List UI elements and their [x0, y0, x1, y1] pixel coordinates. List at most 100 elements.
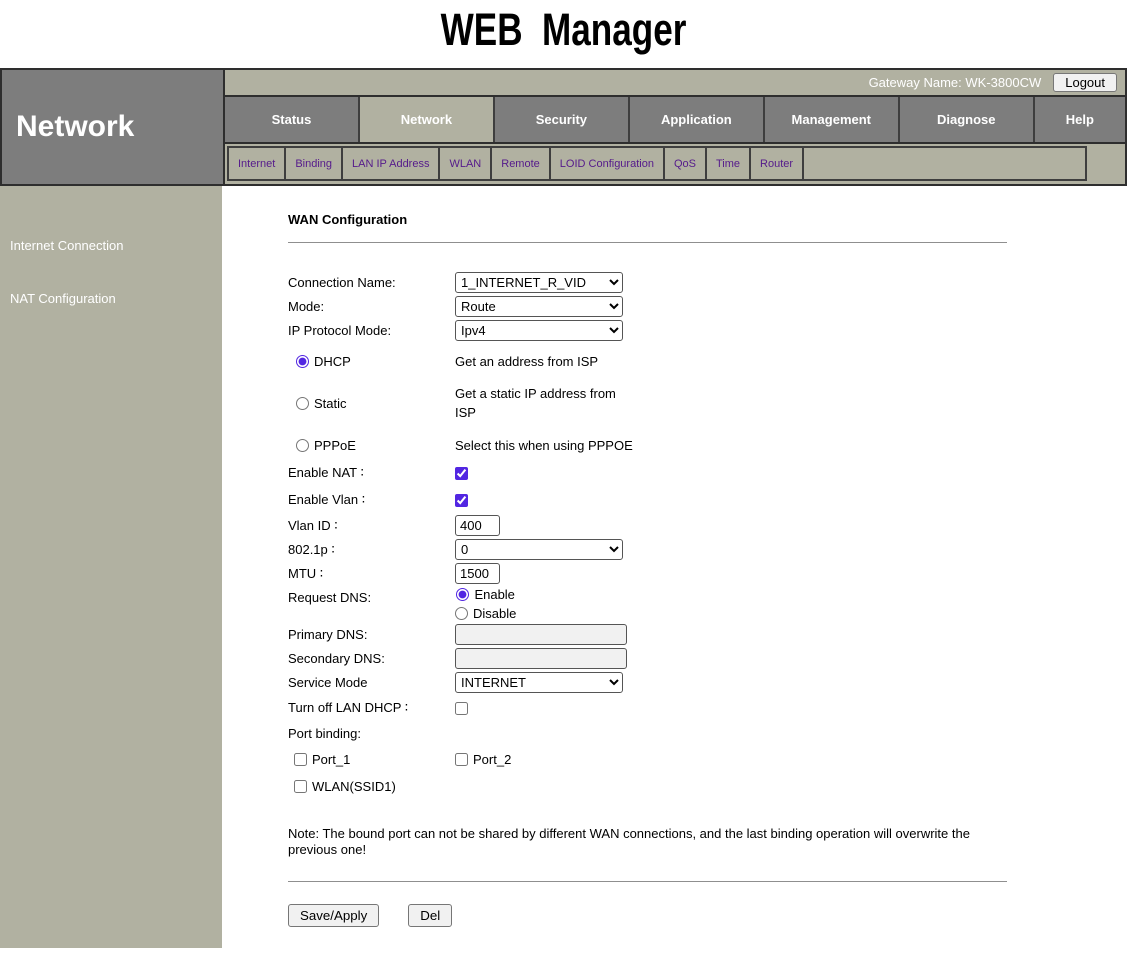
subtab-time[interactable]: Time: [707, 148, 751, 179]
secondary-dns-label: Secondary DNS:: [288, 651, 455, 666]
sidebar-item-nat-configuration[interactable]: NAT Configuration: [0, 291, 222, 306]
vlan-id-input[interactable]: [455, 515, 500, 536]
static-row: Static Get a static IP address from ISP: [288, 381, 1007, 425]
page-title-area: WEB Manager: [0, 0, 1127, 68]
page-body: Internet Connection NAT Configuration WA…: [0, 186, 1140, 948]
sidebar: Internet Connection NAT Configuration: [0, 186, 222, 948]
header: Network Gateway Name: WK-3800CW Logout S…: [0, 68, 1127, 186]
mode-label: Mode:: [288, 299, 455, 314]
static-radio[interactable]: [296, 397, 309, 410]
secondary-dns-row: Secondary DNS:: [288, 648, 1007, 669]
port1-checkbox[interactable]: [294, 753, 307, 766]
subtab-router[interactable]: Router: [751, 148, 804, 179]
port-binding-row: Port binding:: [288, 723, 1007, 744]
8021p-select[interactable]: 0: [455, 539, 623, 560]
port-checkbox-row: Port_1 Port_2: [288, 747, 1007, 771]
port2-checkbox[interactable]: [455, 753, 468, 766]
request-dns-disable-radio[interactable]: [455, 607, 468, 620]
subtab-internet[interactable]: Internet: [229, 148, 286, 179]
subtab-loid-configuration[interactable]: LOID Configuration: [551, 148, 665, 179]
sidebar-item-internet-connection[interactable]: Internet Connection: [0, 238, 222, 253]
subtab-lan-ip-address[interactable]: LAN IP Address: [343, 148, 440, 179]
request-dns-disable-label: Disable: [473, 606, 516, 621]
enable-vlan-label: Enable Vlan ∶: [288, 492, 455, 508]
connection-name-label: Connection Name:: [288, 275, 455, 290]
pppoe-radio[interactable]: [296, 439, 309, 452]
request-dns-disable-option: Disable: [455, 606, 516, 621]
tab-management[interactable]: Management: [765, 97, 900, 142]
wlan-ssid1-label: WLAN(SSID1): [312, 779, 396, 794]
note-text: Note: The bound port can not be shared b…: [288, 826, 1007, 857]
turn-off-lan-dhcp-checkbox[interactable]: [455, 702, 468, 715]
dhcp-desc: Get an address from ISP: [455, 354, 598, 369]
gateway-name: Gateway Name: WK-3800CW: [869, 75, 1042, 90]
bottom-divider: [288, 881, 1007, 882]
ip-protocol-mode-label: IP Protocol Mode:: [288, 323, 455, 338]
gateway-strip: Gateway Name: WK-3800CW Logout: [225, 70, 1125, 97]
mtu-label: MTU ∶: [288, 566, 455, 582]
header-right: Gateway Name: WK-3800CW Logout Status Ne…: [225, 70, 1125, 184]
subtab-remote[interactable]: Remote: [492, 148, 551, 179]
tab-help[interactable]: Help: [1035, 97, 1125, 142]
tab-application[interactable]: Application: [630, 97, 765, 142]
service-mode-select[interactable]: INTERNET: [455, 672, 623, 693]
port2-label: Port_2: [473, 752, 511, 767]
mode-select[interactable]: Route: [455, 296, 623, 317]
service-mode-label: Service Mode: [288, 675, 455, 690]
main-content: WAN Configuration Connection Name: 1_INT…: [222, 186, 1140, 948]
static-desc: Get a static IP address from ISP: [455, 384, 633, 422]
subtab-qos[interactable]: QoS: [665, 148, 707, 179]
connection-name-select[interactable]: 1_INTERNET_R_VID: [455, 272, 623, 293]
pppoe-label: PPPoE: [314, 438, 356, 453]
primary-dns-row: Primary DNS:: [288, 624, 1007, 645]
vlan-id-row: Vlan ID ∶: [288, 515, 1007, 536]
top-divider: [288, 242, 1007, 243]
request-dns-enable-option: Enable: [456, 587, 514, 602]
port-binding-label: Port binding:: [288, 726, 455, 741]
subtab-binding[interactable]: Binding: [286, 148, 343, 179]
8021p-row: 802.1p ∶ 0: [288, 539, 1007, 560]
form-heading: WAN Configuration: [288, 212, 1140, 227]
service-mode-row: Service Mode INTERNET: [288, 672, 1007, 693]
dhcp-label: DHCP: [314, 354, 351, 369]
vlan-id-label: Vlan ID ∶: [288, 518, 455, 534]
subtab-filler: [804, 148, 1085, 179]
tab-security[interactable]: Security: [495, 97, 630, 142]
dhcp-row: DHCP Get an address from ISP: [288, 348, 1007, 374]
static-label: Static: [314, 396, 347, 411]
secondary-dns-input: [455, 648, 627, 669]
del-button[interactable]: Del: [408, 904, 452, 927]
request-dns-enable-radio[interactable]: [456, 588, 469, 601]
dhcp-radio[interactable]: [296, 355, 309, 368]
8021p-label: 802.1p ∶: [288, 542, 455, 558]
enable-vlan-checkbox[interactable]: [455, 494, 468, 507]
ip-protocol-mode-select[interactable]: Ipv4: [455, 320, 623, 341]
subtab-bar: Internet Binding LAN IP Address WLAN Rem…: [225, 144, 1125, 184]
tab-network[interactable]: Network: [360, 97, 495, 142]
port1-label: Port_1: [312, 752, 350, 767]
enable-nat-checkbox[interactable]: [455, 467, 468, 480]
save-apply-button[interactable]: Save/Apply: [288, 904, 379, 927]
wlan-ssid1-row: WLAN(SSID1): [288, 774, 1007, 798]
section-title-box: Network: [2, 70, 225, 184]
page-title: WEB Manager: [441, 4, 687, 56]
primary-dns-input: [455, 624, 627, 645]
mtu-row: MTU ∶: [288, 563, 1007, 584]
mtu-input[interactable]: [455, 563, 500, 584]
wlan-ssid1-checkbox[interactable]: [294, 780, 307, 793]
primary-dns-label: Primary DNS:: [288, 627, 455, 642]
request-dns-row: Request DNS: Enable Disable: [288, 587, 1007, 621]
wan-configuration-form: Connection Name: 1_INTERNET_R_VID Mode: …: [288, 272, 1007, 927]
logout-button[interactable]: Logout: [1053, 73, 1117, 92]
subtab-wlan[interactable]: WLAN: [440, 148, 492, 179]
request-dns-label: Request DNS:: [288, 587, 455, 605]
tab-diagnose[interactable]: Diagnose: [900, 97, 1035, 142]
tab-status[interactable]: Status: [225, 97, 360, 142]
section-title: Network: [16, 110, 134, 144]
buttons-row: Save/Apply Del: [288, 904, 1007, 927]
connection-name-row: Connection Name: 1_INTERNET_R_VID: [288, 272, 1007, 293]
main-tabs: Status Network Security Application Mana…: [225, 97, 1125, 144]
turn-off-lan-dhcp-label: Turn off LAN DHCP ∶: [288, 700, 455, 716]
subtab-box: Internet Binding LAN IP Address WLAN Rem…: [227, 146, 1087, 181]
pppoe-desc: Select this when using PPPOE: [455, 438, 633, 453]
